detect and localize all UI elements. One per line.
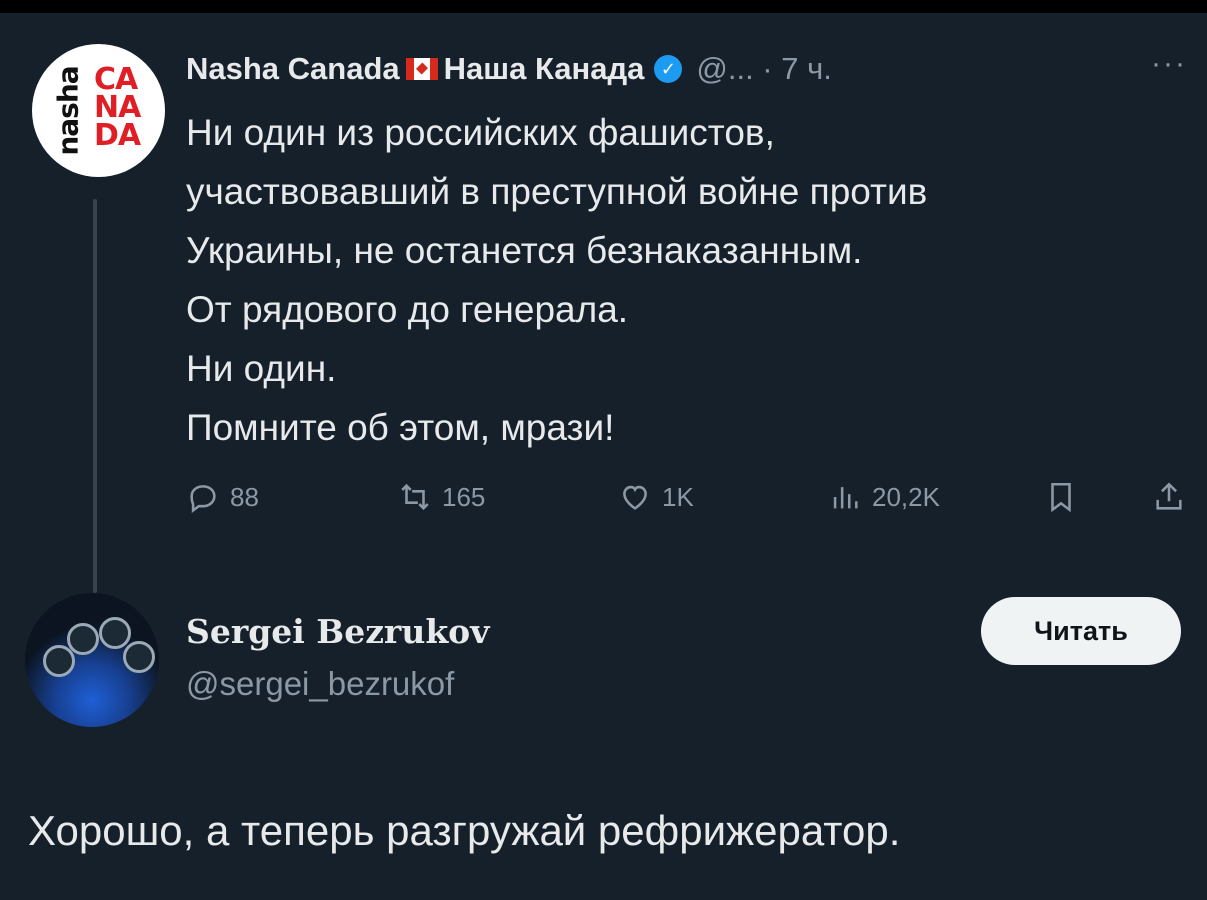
nasha-canada-avatar[interactable]: nasha CA NA DA: [32, 44, 165, 177]
tweet-text-line: Помните об этом, мрази!: [186, 407, 615, 448]
share-icon: [1156, 482, 1182, 510]
avatar-gauge: [43, 645, 75, 677]
tweet-text-line: Ни один из российских фашистов,: [186, 112, 775, 153]
views-button[interactable]: 20,2K: [828, 475, 940, 519]
views-icon: [833, 487, 858, 509]
profile-handle[interactable]: @sergei_bezrukof: [186, 665, 454, 703]
retweet-count: 165: [442, 481, 486, 512]
handle-and-time[interactable]: @... · 7 ч.: [696, 51, 831, 87]
views-count: 20,2K: [872, 481, 940, 512]
tweet-text-line: участвовавший в преступной войне против: [186, 171, 928, 212]
display-name-en[interactable]: Nasha Canada: [186, 51, 400, 87]
tweet-text-line: Украины, не останется безнаказанным.: [186, 230, 863, 271]
caption-text: Хорошо, а теперь разгружай рефрижератор.: [28, 807, 901, 854]
tweet-text-line: Ни один.: [186, 348, 337, 389]
retweet-button[interactable]: 165: [398, 475, 485, 519]
avatar-gauge: [99, 617, 131, 649]
tweet-header: Nasha Canada Наша Канада ✓ @... · 7 ч.: [186, 47, 832, 91]
display-name-ru[interactable]: Наша Канада: [444, 51, 645, 87]
retweet-icon: [401, 483, 429, 511]
reply-count: 88: [230, 481, 259, 512]
like-button[interactable]: 1K: [618, 475, 694, 519]
share-button[interactable]: [1152, 475, 1196, 519]
avatar-logo-word: nasha: [51, 65, 85, 156]
follow-button[interactable]: Читать: [981, 597, 1181, 665]
top-strip: [0, 0, 1207, 13]
reply-icon: [190, 485, 216, 514]
heart-icon: [623, 485, 647, 510]
profile-name[interactable]: Sergei Bezrukov: [186, 612, 489, 651]
sergei-avatar[interactable]: [25, 593, 159, 727]
avatar-logo-stack: CA NA DA: [94, 62, 141, 153]
avatar-gauge: [67, 623, 99, 655]
tweet-text: Ни один из российских фашистов, участвов…: [186, 103, 1176, 457]
avatar-gauge: [123, 641, 155, 673]
reply-button[interactable]: 88: [186, 475, 259, 519]
tweet-actions: 88 165 1K 20,2K: [186, 475, 1196, 519]
bookmark-button[interactable]: [1044, 475, 1088, 519]
canada-flag-icon: [405, 58, 438, 80]
thread-line: [93, 199, 97, 593]
bookmark-icon: [1051, 482, 1071, 513]
tweet-text-line: От рядового до генерала.: [186, 289, 629, 330]
more-icon[interactable]: ···: [1151, 47, 1187, 81]
like-count: 1K: [662, 481, 694, 512]
verified-badge-icon: ✓: [654, 55, 683, 83]
